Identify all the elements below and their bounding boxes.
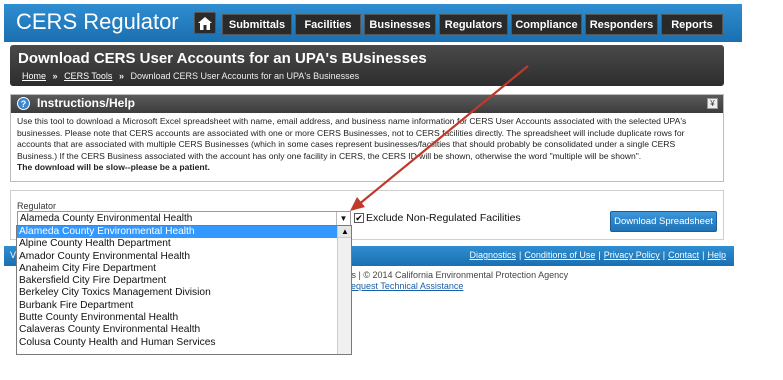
- list-item[interactable]: Butte County Environmental Health: [17, 312, 351, 324]
- list-item[interactable]: Calaveras County Environmental Health: [17, 324, 351, 336]
- footer-links: Diagnostics | Conditions of Use | Privacy Po…: [469, 250, 726, 260]
- breadcrumb-separator: »: [118, 71, 124, 81]
- instructions-panel: ? Instructions/Help ¥ Use this tool to d…: [10, 94, 724, 182]
- instructions-header[interactable]: ? Instructions/Help ¥: [11, 95, 723, 113]
- nav-regulators[interactable]: Regulators: [439, 14, 508, 35]
- footer-link-conditions[interactable]: Conditions of Use: [524, 250, 595, 260]
- page-title-bar: Download CERS User Accounts for an UPA's…: [10, 45, 724, 86]
- nav-facilities[interactable]: Facilities: [295, 14, 361, 35]
- instructions-text: Use this tool to download a Microsoft Ex…: [17, 116, 687, 161]
- breadcrumb: Home » CERS Tools » Download CERS User A…: [22, 71, 359, 81]
- list-item[interactable]: Colusa County Health and Human Services: [17, 337, 351, 349]
- regulator-select[interactable]: Alameda County Environmental Health ▼: [17, 211, 351, 226]
- list-item[interactable]: Berkeley City Toxics Management Division: [17, 287, 351, 299]
- breadcrumb-current: Download CERS User Accounts for an UPA's…: [130, 71, 360, 81]
- nav-compliance[interactable]: Compliance: [511, 14, 582, 35]
- breadcrumb-cers-tools[interactable]: CERS Tools: [64, 71, 112, 81]
- dropdown-scrollbar[interactable]: ▲: [337, 226, 351, 354]
- torn-edge-bottom: [0, 361, 783, 380]
- instructions-title: Instructions/Help: [37, 96, 136, 110]
- page-title: Download CERS User Accounts for an UPA's…: [18, 50, 427, 67]
- list-item[interactable]: Burbank Fire Department: [17, 300, 351, 312]
- footer-link-help[interactable]: Help: [707, 250, 726, 260]
- instructions-warning: The download will be slow--please be a p…: [17, 162, 210, 172]
- home-button[interactable]: [194, 12, 216, 34]
- instructions-body: Use this tool to download a Microsoft Ex…: [11, 113, 723, 177]
- breadcrumb-home[interactable]: Home: [22, 71, 46, 81]
- info-icon: ?: [17, 97, 30, 110]
- nav-responders[interactable]: Responders: [585, 14, 658, 35]
- list-item[interactable]: Alpine County Health Department: [17, 238, 351, 250]
- exclude-checkbox[interactable]: ✔: [354, 213, 364, 223]
- nav-reports[interactable]: Reports: [661, 14, 723, 35]
- top-header: CERS Regulator Submittals Facilities Bus…: [4, 4, 742, 42]
- footer-link-privacy[interactable]: Privacy Policy: [604, 250, 660, 260]
- nav-businesses[interactable]: Businesses: [364, 14, 436, 35]
- regulator-select-value: Alameda County Environmental Health: [20, 213, 193, 224]
- support-link[interactable]: Request Technical Assistance: [345, 281, 464, 291]
- app-title: CERS Regulator: [16, 9, 179, 34]
- breadcrumb-separator: »: [52, 71, 58, 81]
- regulator-label: Regulator: [17, 201, 57, 211]
- footer-link-diagnostics[interactable]: Diagnostics: [469, 250, 516, 260]
- support-line: t: Request Technical Assistance: [337, 281, 463, 291]
- list-item[interactable]: Amador County Environmental Health: [17, 251, 351, 263]
- list-item[interactable]: Anaheim City Fire Department: [17, 263, 351, 275]
- exclude-label: Exclude Non-Regulated Facilities: [366, 212, 521, 224]
- torn-edge-right: [743, 0, 783, 380]
- footer-link-contact[interactable]: Contact: [668, 250, 699, 260]
- copyright-text: ness | © 2014 California Environmental P…: [337, 270, 569, 280]
- home-icon: [198, 16, 212, 30]
- collapse-icon[interactable]: ¥: [707, 98, 718, 109]
- chevron-up-icon[interactable]: ▲: [338, 226, 351, 238]
- chevron-down-icon[interactable]: ▼: [336, 212, 350, 225]
- regulator-dropdown-list[interactable]: Alameda County Environmental Health Alpi…: [16, 225, 352, 355]
- list-item[interactable]: Bakersfield City Fire Department: [17, 275, 351, 287]
- list-item[interactable]: Alameda County Environmental Health: [17, 226, 351, 239]
- download-spreadsheet-button[interactable]: Download Spreadsheet: [610, 211, 717, 232]
- nav-submittals[interactable]: Submittals: [222, 14, 292, 35]
